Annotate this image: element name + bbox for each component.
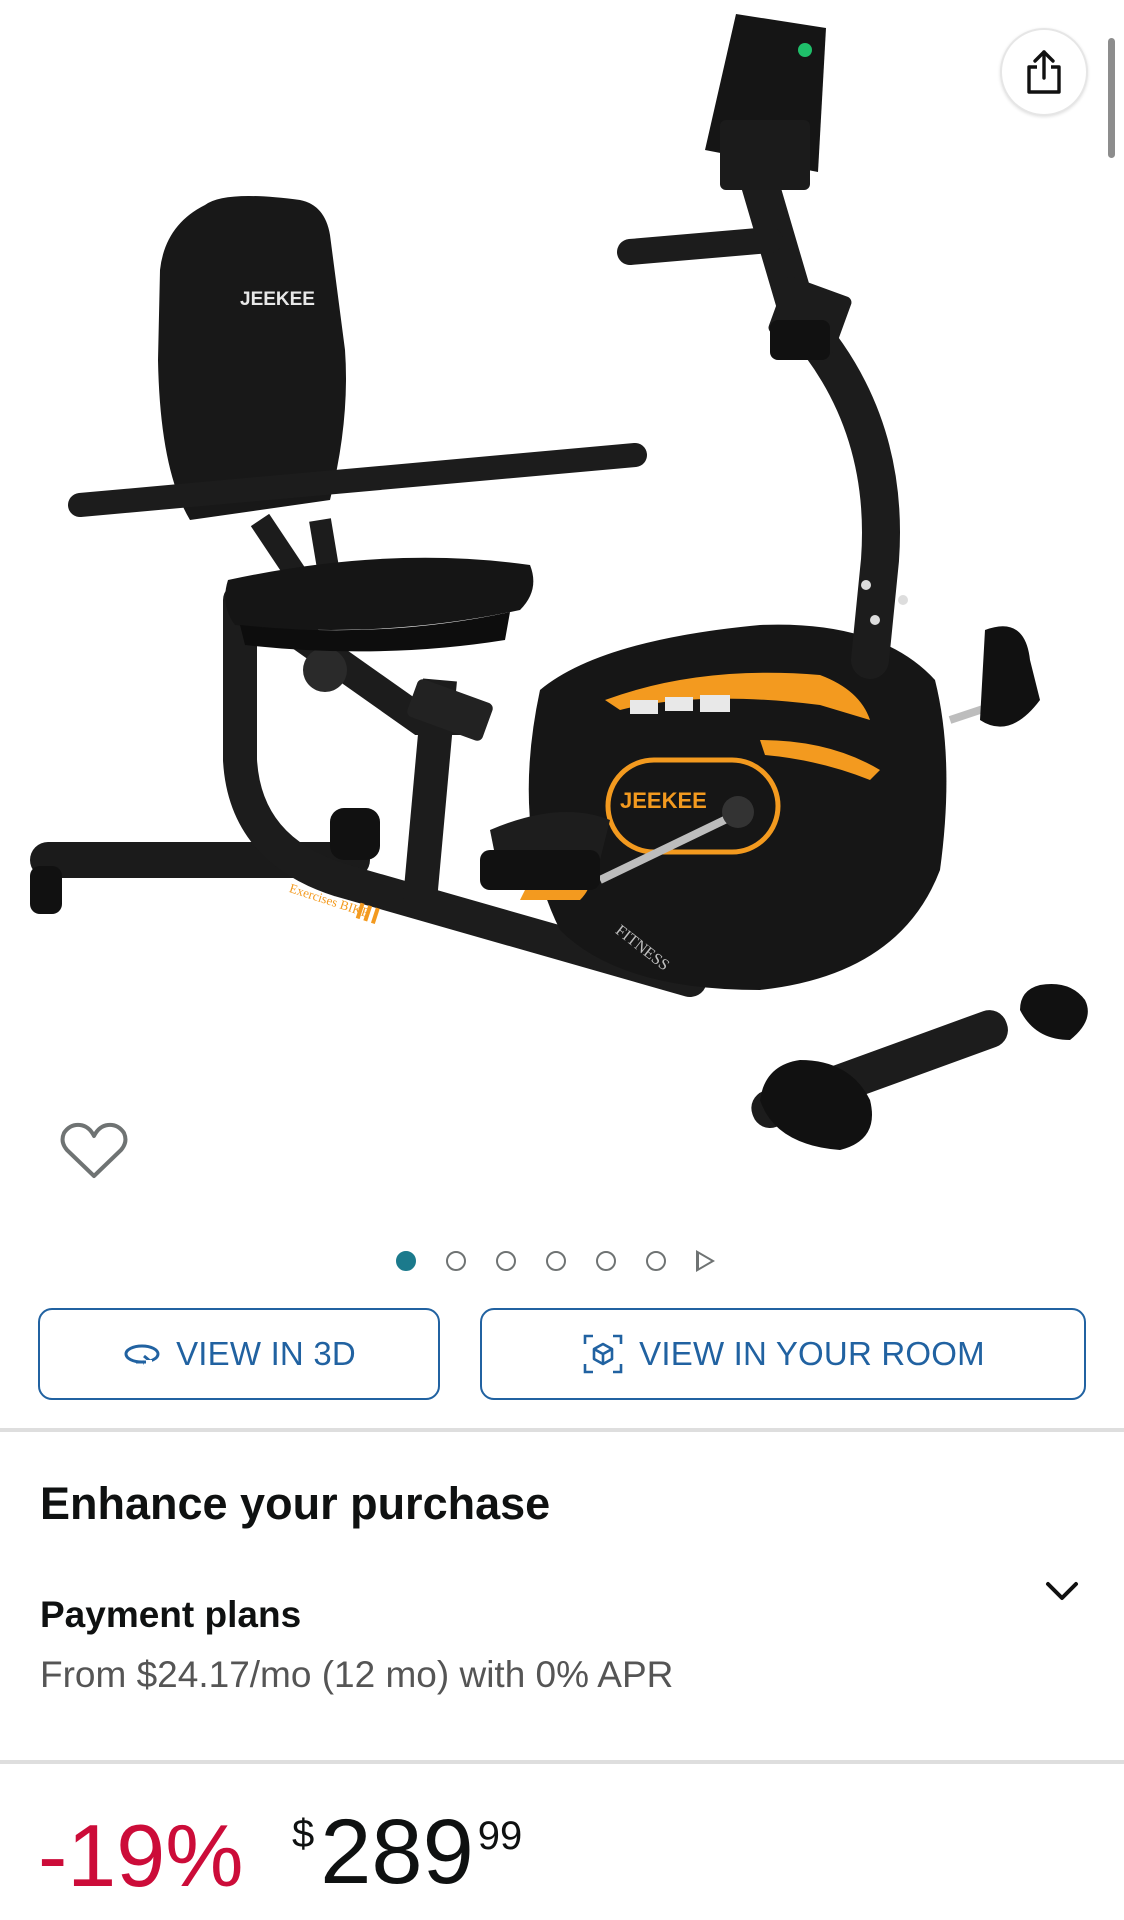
carousel-dot-6[interactable] [646, 1251, 666, 1271]
rotate-3d-icon [124, 1344, 160, 1367]
section-divider [0, 1760, 1124, 1764]
view-in-your-room-label: VIEW IN YOUR ROOM [639, 1335, 985, 1372]
seat-brand-text: JEEKEE [240, 289, 315, 310]
payment-plans-expand[interactable] [1040, 1570, 1084, 1614]
price: $ 289 99 [292, 1806, 522, 1898]
bike-brand-text: JEEKEE [620, 788, 707, 813]
scrollbar[interactable] [1108, 38, 1115, 158]
play-icon[interactable] [696, 1250, 715, 1272]
carousel-dot-2[interactable] [446, 1251, 466, 1271]
payment-plans-title[interactable]: Payment plans [40, 1594, 301, 1636]
ar-cube-icon [583, 1334, 623, 1374]
enhance-section-title: Enhance your purchase [40, 1478, 551, 1529]
view-in-3d-label: VIEW IN 3D [176, 1335, 356, 1372]
wishlist-button[interactable] [58, 1118, 130, 1184]
price-fraction: 99 [477, 1814, 523, 1858]
chevron-down-icon [1046, 1582, 1078, 1600]
product-image: Exercises BIKE JEEKEE JEEKEE FITNESS [30, 14, 1088, 1150]
carousel-dot-3[interactable] [496, 1251, 516, 1271]
image-carousel-dots[interactable] [396, 1246, 715, 1276]
view-in-your-room-button[interactable]: VIEW IN YOUR ROOM [480, 1308, 1086, 1400]
price-whole: 289 [320, 1801, 474, 1903]
payment-plans-detail[interactable]: From $24.17/mo (12 mo) with 0% APR [40, 1654, 673, 1696]
section-divider [0, 1428, 1124, 1432]
carousel-dot-4[interactable] [546, 1251, 566, 1271]
carousel-dot-1[interactable] [396, 1251, 416, 1271]
view-in-3d-button[interactable]: VIEW IN 3D [38, 1308, 440, 1400]
product-image-area[interactable]: Exercises BIKE JEEKEE JEEKEE FITNESS [0, 0, 1124, 1200]
price-symbol: $ [292, 1812, 315, 1856]
carousel-dot-5[interactable] [596, 1251, 616, 1271]
discount-percentage: -19% [38, 1806, 244, 1905]
share-icon [1027, 50, 1061, 94]
share-button[interactable] [1000, 28, 1088, 116]
heart-icon [60, 1122, 128, 1178]
